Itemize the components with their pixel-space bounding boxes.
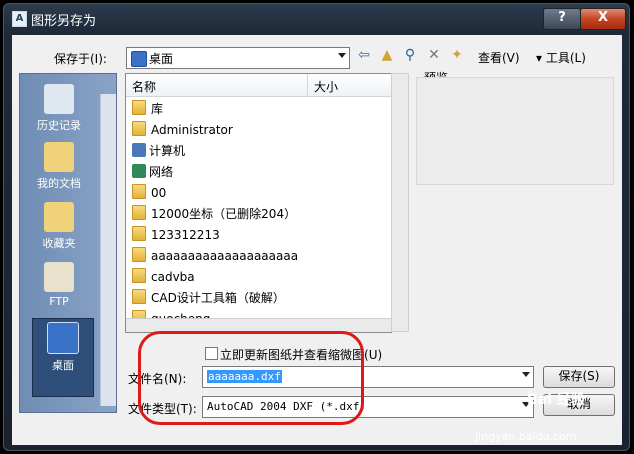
help-button[interactable]: ? <box>543 8 581 30</box>
my-documents-icon <box>44 142 74 172</box>
close-button[interactable]: X <box>580 8 626 30</box>
preview-group: 预览 <box>390 65 614 193</box>
folder-icon <box>132 268 146 283</box>
list-item[interactable]: 库 <box>132 100 382 120</box>
place-ftp[interactable]: FTP <box>20 262 98 308</box>
save-in-dropdown[interactable]: 桌面 <box>126 47 350 69</box>
file-name: Administrator <box>151 123 233 137</box>
place-label: 历史记录 <box>37 119 81 132</box>
place-label: 收藏夹 <box>42 237 76 250</box>
folder-icon <box>132 226 146 241</box>
folder-icon <box>132 184 146 199</box>
tools-menu[interactable]: ▾ 工具(L) <box>536 49 586 66</box>
file-name: 123312213 <box>151 228 220 242</box>
column-size[interactable]: 大小 <box>308 74 391 97</box>
place-my-documents[interactable]: 我的文档 <box>20 142 98 191</box>
file-name: aaaaaaaaaaaaaaaaaaaa <box>151 249 299 263</box>
file-name: cadvba <box>151 270 195 284</box>
user-folder-icon <box>132 121 146 136</box>
list-item[interactable]: CAD设计工具箱（破解） <box>132 289 382 309</box>
place-favorites[interactable]: 收藏夹 <box>20 202 98 251</box>
highlight-annotation <box>138 331 364 425</box>
new-folder-icon[interactable]: ✦ <box>448 46 466 64</box>
title-bar[interactable]: A 图形另存为 ? X <box>3 3 630 33</box>
places-bar: 历史记录 我的文档 收藏夹 FTP 桌面 <box>19 73 117 413</box>
save-in-value: 桌面 <box>149 52 174 66</box>
list-item[interactable]: aaaaaaaaaaaaaaaaaaaa <box>132 247 382 267</box>
ftp-icon <box>44 262 74 292</box>
list-item[interactable]: 计算机 <box>132 142 382 162</box>
chevron-down-icon[interactable] <box>522 372 530 377</box>
place-label: 桌面 <box>52 359 74 372</box>
baidu-jingyan-logo: Bai 经验 <box>527 392 585 408</box>
folder-icon <box>132 247 146 262</box>
file-name: 00 <box>151 186 167 200</box>
place-label: FTP <box>49 295 69 308</box>
list-item[interactable]: Administrator <box>132 121 382 141</box>
delete-icon[interactable]: ✕ <box>425 46 443 64</box>
views-menu[interactable]: 查看(V) <box>478 49 520 66</box>
desktop-icon <box>47 322 79 354</box>
history-icon <box>44 84 74 114</box>
tools-label: 工具(L) <box>545 51 586 65</box>
column-name-label: 名称 <box>132 80 157 94</box>
file-name: 网络 <box>149 165 174 179</box>
watermark-url: jingyan.baidu.com <box>475 430 577 443</box>
favorites-icon <box>44 202 74 232</box>
places-scrollbar[interactable] <box>100 94 116 406</box>
back-icon[interactable]: ⇦ <box>355 46 373 64</box>
preview-area <box>416 77 614 185</box>
place-history[interactable]: 历史记录 <box>20 84 98 133</box>
autocad-app-icon: A <box>12 11 27 27</box>
folder-icon <box>132 100 146 115</box>
list-item[interactable]: 网络 <box>132 163 382 183</box>
file-name: 计算机 <box>149 144 186 158</box>
list-item[interactable]: 12000坐标（已删除204） <box>132 205 382 225</box>
column-name[interactable]: 名称 <box>126 74 308 97</box>
window-title: 图形另存为 <box>31 14 97 29</box>
network-icon <box>132 164 146 178</box>
file-name: CAD设计工具箱（破解） <box>151 291 285 305</box>
place-label: 我的文档 <box>37 177 81 190</box>
computer-icon <box>132 143 146 157</box>
save-button[interactable]: 保存(S) <box>543 366 615 388</box>
chevron-down-icon: ▾ <box>536 51 546 65</box>
chevron-down-icon[interactable] <box>338 53 346 58</box>
list-item[interactable]: 123312213 <box>132 226 382 246</box>
file-list: 名称 大小 库 Administrator 计算机 网络 00 12000坐标（… <box>125 73 392 333</box>
file-name: 12000坐标（已删除204） <box>151 207 297 221</box>
list-item[interactable]: 00 <box>132 184 382 204</box>
place-desktop[interactable]: 桌面 <box>32 318 94 397</box>
up-folder-icon[interactable]: ▲ <box>378 46 396 64</box>
file-name: 库 <box>151 102 164 116</box>
folder-icon <box>132 205 146 220</box>
column-size-label: 大小 <box>314 80 339 94</box>
folder-icon <box>132 289 146 304</box>
desktop-icon <box>131 51 147 67</box>
list-item[interactable]: cadvba <box>132 268 382 288</box>
search-icon[interactable]: ⚲ <box>401 46 419 64</box>
save-in-label: 保存于(I): <box>54 52 107 66</box>
update-thumbnail-shortcut: (U) <box>364 348 383 362</box>
